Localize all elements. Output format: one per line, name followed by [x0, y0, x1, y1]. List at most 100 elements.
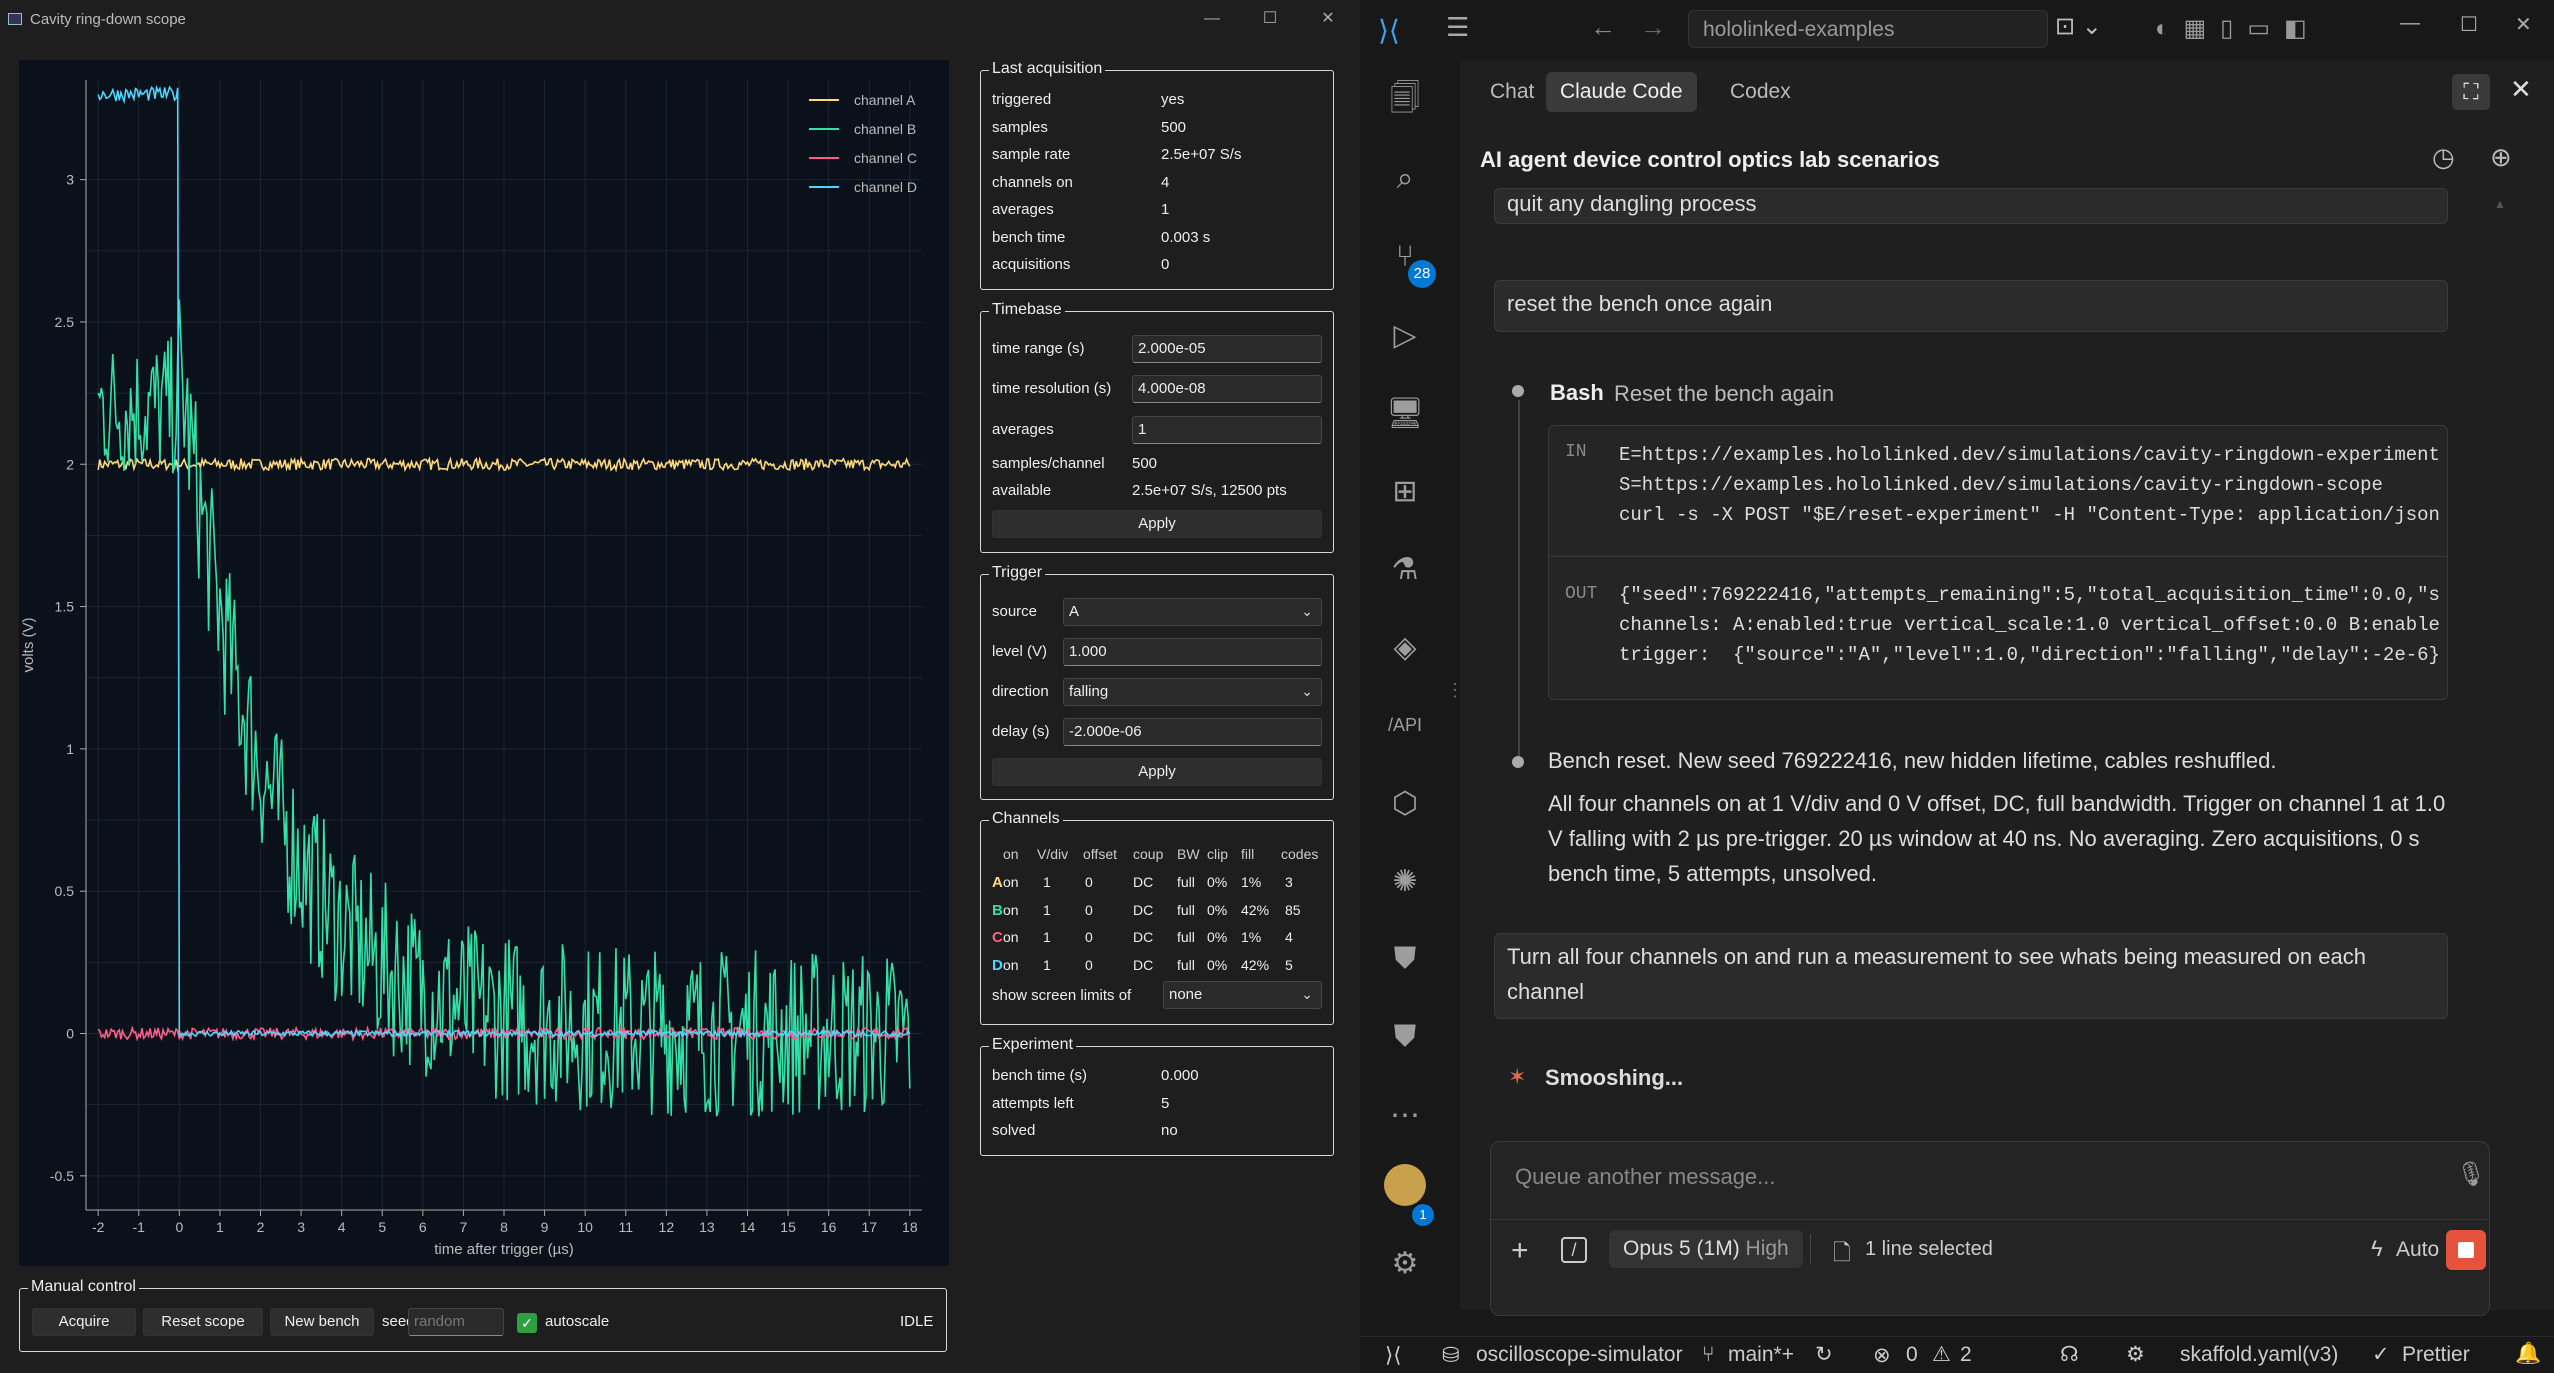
remote-icon[interactable]: ⟩⟨ — [1385, 1343, 1401, 1368]
trigger-direction-select[interactable]: falling ⌄ — [1063, 678, 1322, 706]
api-icon[interactable]: /API — [1382, 702, 1428, 748]
microphone-icon[interactable]: 🎙 — [2456, 1160, 2486, 1189]
auto-mode-icon[interactable]: ϟ — [2371, 1236, 2383, 1262]
testing-icon[interactable]: ⚗ — [1382, 546, 1428, 592]
copilot-icon[interactable]: ☊ — [2060, 1342, 2079, 1367]
scope-plot[interactable]: -2 -1 0 1 2 3 4 5 6 7 8 9 10 11 12 13 14 15 16 17 18 -0.5 0 0.5… — [19, 60, 949, 1266]
claude-icon[interactable]: ✺ — [1382, 858, 1428, 904]
tab-codex[interactable]: Codex — [1716, 72, 1805, 112]
reset-scope-button[interactable]: Reset scope — [143, 1308, 263, 1336]
deploy-status-icon[interactable]: ⛊ — [1382, 1014, 1428, 1060]
new-session-icon[interactable]: ⊕ — [2490, 142, 2512, 173]
trigger-apply-button[interactable]: Apply — [992, 758, 1322, 786]
chat-input[interactable]: Queue another message... — [1515, 1164, 1776, 1190]
divider — [1491, 1219, 2489, 1220]
more-icon[interactable]: ⋯ — [1382, 1092, 1428, 1138]
x-tick-label: -2 — [92, 1219, 105, 1235]
search-icon[interactable]: ⌕ — [1382, 156, 1428, 202]
account-avatar[interactable] — [1382, 1162, 1428, 1208]
branch-name[interactable]: main*+ — [1728, 1343, 1794, 1367]
channels-panel: Channels on V/div offset coup BW clip fill code… — [980, 810, 1334, 1025]
menu-icon[interactable]: ☰ — [1446, 12, 1469, 43]
screen-limits-select[interactable]: none ⌄ — [1163, 981, 1322, 1009]
averages-input[interactable]: 1 — [1132, 416, 1322, 444]
legend-label: channel D — [854, 179, 917, 195]
openai-icon[interactable]: ⬡ — [1382, 780, 1428, 826]
legend-label: channel A — [854, 92, 916, 108]
window-close-button[interactable]: ✕ — [2515, 12, 2532, 37]
code-line: S=https://examples.hololinked.dev/simula… — [1619, 474, 2383, 496]
model-selector[interactable]: Opus 5 (1M) High — [1609, 1230, 1803, 1268]
mode-selector[interactable]: Auto — [2396, 1238, 2439, 1262]
minimize-button[interactable]: — — [1192, 6, 1232, 32]
history-icon[interactable]: ◷ — [2432, 142, 2455, 173]
trigger-delay-input[interactable]: -2.000e-06 — [1063, 718, 1322, 746]
remote-explorer-icon[interactable]: 🖥 — [1382, 390, 1428, 436]
trigger-panel: Trigger source A ⌄ level (V) 1.000 direct… — [980, 564, 1334, 800]
channel-on[interactable]: on — [1003, 957, 1019, 973]
timeline-line — [1518, 400, 1520, 760]
deploy-icon[interactable]: ⛊ — [1382, 936, 1428, 982]
new-bench-button[interactable]: New bench — [270, 1308, 374, 1336]
layout-icons[interactable]: ◐▦▯▭◧ — [2155, 14, 2321, 43]
timebase-apply-button[interactable]: Apply — [992, 510, 1322, 538]
fullscreen-icon[interactable]: ⛶ — [2452, 74, 2490, 110]
seed-input[interactable]: random — [408, 1308, 504, 1336]
chat-scrollbar[interactable]: ▲ — [2494, 195, 2506, 1115]
window-minimize-button[interactable]: — — [2400, 12, 2420, 35]
notifications-bell-icon[interactable]: 🔔 — [2515, 1342, 2541, 1366]
explorer-icon[interactable]: 🗐 — [1382, 78, 1428, 124]
time-resolution-input[interactable]: 4.000e-08 — [1132, 375, 1322, 403]
y-axis-label: volts (V) — [20, 617, 37, 672]
error-count[interactable]: 0 — [1906, 1343, 1918, 1367]
warning-count[interactable]: 2 — [1960, 1343, 1972, 1367]
chevron-down-icon: ⌄ — [1301, 683, 1313, 699]
repo-name[interactable]: oscilloscope-simulator — [1476, 1343, 1683, 1367]
trigger-level-input[interactable]: 1.000 — [1063, 638, 1322, 666]
tab-chat[interactable]: Chat — [1476, 72, 1548, 112]
channel-on[interactable]: on — [1003, 874, 1019, 890]
channel-on[interactable]: on — [1003, 902, 1019, 918]
close-button[interactable]: ✕ — [1308, 6, 1348, 32]
user-message: quit any dangling process — [1494, 188, 2448, 224]
python-icon[interactable]: ◈ — [1382, 624, 1428, 670]
field-value: no — [1161, 1122, 1178, 1139]
add-context-icon[interactable]: + — [1511, 1234, 1529, 1268]
vscode-window: ⟩⟨ ☰ ← → hololinked-examples ⊡ ⌄ ◐▦▯▭◧ —… — [1360, 0, 2554, 1373]
selection-indicator[interactable]: 1 line selected — [1865, 1238, 1993, 1261]
code-line: channels: A:enabled:true vertical_scale:… — [1619, 614, 2439, 636]
back-arrow-icon[interactable]: ← — [1590, 12, 1616, 43]
tab-claude-code[interactable]: Claude Code — [1546, 72, 1697, 112]
file-schema[interactable]: skaffold.yaml(v3) — [2180, 1343, 2338, 1367]
formatter[interactable]: Prettier — [2402, 1343, 2470, 1367]
window-maximize-button[interactable]: ☐ — [2460, 12, 2478, 37]
channel-clip: 0% — [1207, 901, 1228, 918]
autoscale-checkbox[interactable]: ✓ — [517, 1313, 537, 1333]
channel-codes: 4 — [1285, 929, 1293, 945]
close-panel-icon[interactable]: ✕ — [2510, 74, 2532, 105]
sync-icon[interactable]: ↻ — [1815, 1342, 1833, 1367]
run-debug-icon[interactable]: ▷ — [1382, 312, 1428, 358]
forward-arrow-icon[interactable]: → — [1640, 12, 1666, 43]
x-tick-label: 9 — [541, 1219, 549, 1235]
trigger-source-select[interactable]: A ⌄ — [1063, 598, 1322, 626]
y-tick-label: 1 — [66, 741, 74, 757]
column-header: clip — [1207, 846, 1229, 862]
channel-vdiv: 1 — [1043, 929, 1051, 945]
channel-on[interactable]: on — [1003, 929, 1019, 945]
state-indicator: IDLE — [900, 1313, 934, 1330]
x-tick-label: 12 — [659, 1219, 675, 1235]
stop-button[interactable] — [2446, 1230, 2486, 1270]
acquire-button[interactable]: Acquire — [32, 1308, 136, 1336]
command-center-search[interactable]: hololinked-examples — [1688, 10, 2048, 48]
settings-gear-icon[interactable]: ⚙ — [1382, 1240, 1428, 1286]
slash-command-icon[interactable]: / — [1561, 1237, 1587, 1263]
x-tick-label: 16 — [821, 1219, 837, 1235]
extensions-icon[interactable]: ⊞ — [1382, 468, 1428, 514]
channel-bw: full — [1177, 956, 1195, 973]
maximize-button[interactable]: ☐ — [1250, 6, 1290, 32]
session-title: AI agent device control optics lab scena… — [1480, 147, 1940, 172]
assistant-reply-title: Bench reset. New seed 769222416, new hid… — [1548, 748, 2277, 773]
time-range-input[interactable]: 2.000e-05 — [1132, 335, 1322, 363]
copilot-chat-icon[interactable]: ⊡ ⌄ — [2055, 12, 2102, 41]
